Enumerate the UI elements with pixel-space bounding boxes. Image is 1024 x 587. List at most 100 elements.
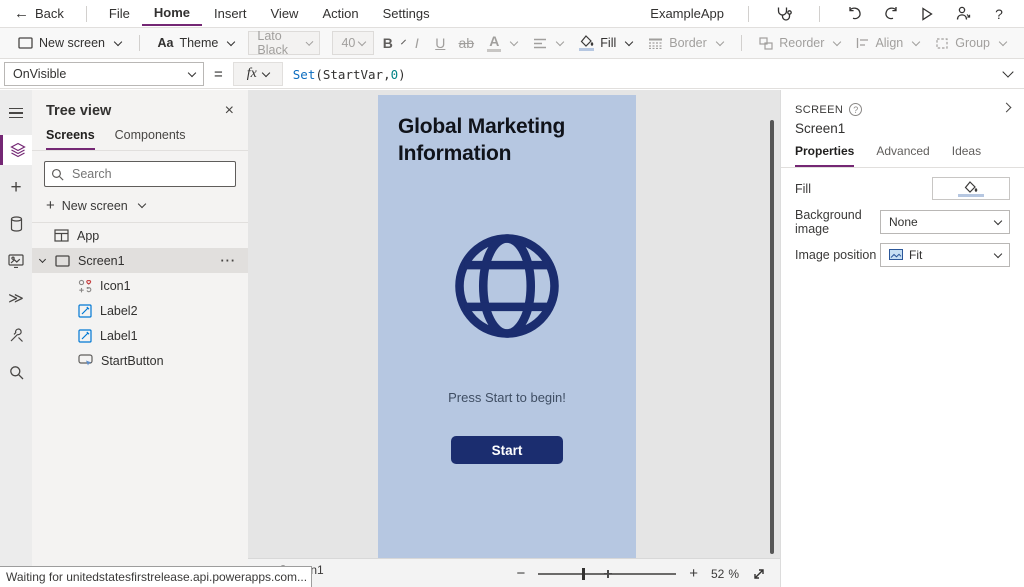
powerapps-studio: ← Back File Home Insert View Action Sett… xyxy=(0,0,1024,587)
tab-components[interactable]: Components xyxy=(115,128,186,150)
menu-item-settings[interactable]: Settings xyxy=(371,2,442,25)
zoom-controls: − + 52 % xyxy=(516,559,766,587)
strikethrough-button[interactable]: ab xyxy=(453,30,479,56)
menu-item-action[interactable]: Action xyxy=(310,2,370,25)
start-button[interactable]: Start xyxy=(451,436,563,464)
fill-button[interactable]: Fill xyxy=(571,30,640,56)
data-rail-button[interactable] xyxy=(0,209,32,239)
chevron-down-icon xyxy=(138,200,146,208)
tab-screens[interactable]: Screens xyxy=(46,128,95,150)
strikethrough-icon: ab xyxy=(459,35,475,51)
italic-button[interactable]: I xyxy=(406,30,427,56)
zoom-in-button[interactable]: + xyxy=(689,566,698,581)
tab-advanced[interactable]: Advanced xyxy=(876,144,929,167)
font-family-select[interactable]: Lato Black xyxy=(248,31,320,55)
font-size-select[interactable]: 40 xyxy=(332,31,374,55)
reorder-label: Reorder xyxy=(779,36,824,50)
background-image-row: Background image None xyxy=(781,209,1024,234)
image-icon xyxy=(889,249,903,260)
fill-color-picker[interactable] xyxy=(932,177,1010,200)
help-icon[interactable]: ? xyxy=(849,103,862,116)
collapse-menu-button[interactable] xyxy=(0,98,32,128)
preview-play-icon[interactable] xyxy=(916,3,938,25)
screen-title-label[interactable]: Global Marketing Information xyxy=(398,113,616,168)
tab-properties[interactable]: Properties xyxy=(795,144,854,167)
fill-bucket-icon xyxy=(964,181,978,193)
app-name[interactable]: ExampleApp xyxy=(650,6,724,21)
text-align-button[interactable] xyxy=(525,30,571,56)
formula-bar-expand-button[interactable] xyxy=(1000,67,1012,82)
tree-view-rail-button[interactable] xyxy=(0,135,32,165)
font-family-value: Lato Black xyxy=(257,29,302,57)
power-automate-rail-button[interactable]: ≫ xyxy=(0,283,32,313)
tree-item-label: App xyxy=(77,229,99,243)
chevron-down-icon xyxy=(114,37,122,45)
zoom-slider-handle[interactable] xyxy=(582,568,585,580)
zoom-percent: 52 % xyxy=(711,567,739,581)
underline-button[interactable]: U xyxy=(427,30,453,56)
chevron-down-icon xyxy=(833,37,841,45)
bold-button[interactable]: B xyxy=(380,30,406,56)
chevron-down-icon xyxy=(227,37,235,45)
fx-select[interactable]: fx xyxy=(233,62,283,86)
menu-item-view[interactable]: View xyxy=(259,2,311,25)
zoom-out-button[interactable]: − xyxy=(516,566,525,581)
menu-item-file[interactable]: File xyxy=(97,2,142,25)
image-position-select[interactable]: Fit xyxy=(880,243,1010,267)
browser-status-text: Waiting for unitedstatesfirstrelease.api… xyxy=(0,566,312,587)
help-icon[interactable]: ? xyxy=(988,3,1010,25)
border-button[interactable]: Border xyxy=(640,30,731,56)
tree-view-title: Tree view xyxy=(46,103,111,119)
theme-icon: Aa xyxy=(157,36,173,50)
zoom-slider[interactable] xyxy=(538,573,676,575)
app-icon xyxy=(54,229,69,242)
menu-item-home[interactable]: Home xyxy=(142,1,202,26)
back-label: Back xyxy=(35,6,64,21)
new-screen-button[interactable]: New screen xyxy=(10,30,129,56)
tree-item-app[interactable]: App xyxy=(32,223,248,248)
back-button[interactable]: ← Back xyxy=(14,6,64,21)
tree-item-screen1[interactable]: Screen1 ··· xyxy=(32,248,248,273)
close-icon[interactable]: × xyxy=(225,102,234,120)
new-screen-label: New screen xyxy=(39,36,105,50)
fullscreen-icon[interactable] xyxy=(752,567,766,581)
search-rail-button[interactable] xyxy=(0,357,32,387)
tree-item-label: Screen1 xyxy=(78,254,125,268)
font-color-button[interactable]: A xyxy=(479,30,525,56)
tree-item-startbutton[interactable]: StartButton xyxy=(32,348,248,373)
tree-item-label1[interactable]: Label1 xyxy=(32,323,248,348)
tree-item-icon1[interactable]: Icon1 xyxy=(32,273,248,298)
tree-search-box xyxy=(44,161,236,187)
canvas-area: Global Marketing Information Press Start… xyxy=(248,90,780,587)
share-user-icon[interactable] xyxy=(952,3,974,25)
insert-rail-button[interactable]: + xyxy=(0,172,32,202)
group-button[interactable]: Group xyxy=(927,30,1014,56)
align-button[interactable]: Align xyxy=(848,30,927,56)
app-screen[interactable]: Global Marketing Information Press Start… xyxy=(378,95,636,558)
chevron-expanded-icon[interactable] xyxy=(39,256,46,263)
media-rail-button[interactable] xyxy=(0,246,32,276)
theme-button[interactable]: Aa Theme xyxy=(149,30,242,56)
menu-item-insert[interactable]: Insert xyxy=(202,2,259,25)
background-image-select[interactable]: None xyxy=(880,210,1010,234)
subtitle-label[interactable]: Press Start to begin! xyxy=(378,390,636,405)
panel-expand-button[interactable] xyxy=(999,102,1010,117)
property-select[interactable]: OnVisible xyxy=(4,62,204,86)
tree-new-screen-button[interactable]: + New screen xyxy=(32,193,248,223)
tree-item-label2[interactable]: Label2 xyxy=(32,298,248,323)
advanced-tools-rail-button[interactable] xyxy=(0,320,32,350)
search-input[interactable] xyxy=(70,166,235,182)
chevron-down-icon xyxy=(188,68,196,76)
tab-ideas[interactable]: Ideas xyxy=(952,144,981,167)
globe-icon[interactable] xyxy=(450,229,564,343)
app-checker-icon[interactable] xyxy=(773,3,795,25)
formula-bar: OnVisible = fx Set(StartVar, 0) xyxy=(0,60,1024,89)
flows-icon: ≫ xyxy=(8,289,24,307)
reorder-button[interactable]: Reorder xyxy=(751,30,848,56)
plus-icon: + xyxy=(46,198,55,213)
canvas-scrollbar[interactable] xyxy=(770,120,774,554)
more-options-icon[interactable]: ··· xyxy=(221,254,237,268)
redo-icon[interactable] xyxy=(880,3,902,25)
undo-icon[interactable] xyxy=(844,3,866,25)
formula-input[interactable]: Set(StartVar, 0) xyxy=(283,62,992,86)
